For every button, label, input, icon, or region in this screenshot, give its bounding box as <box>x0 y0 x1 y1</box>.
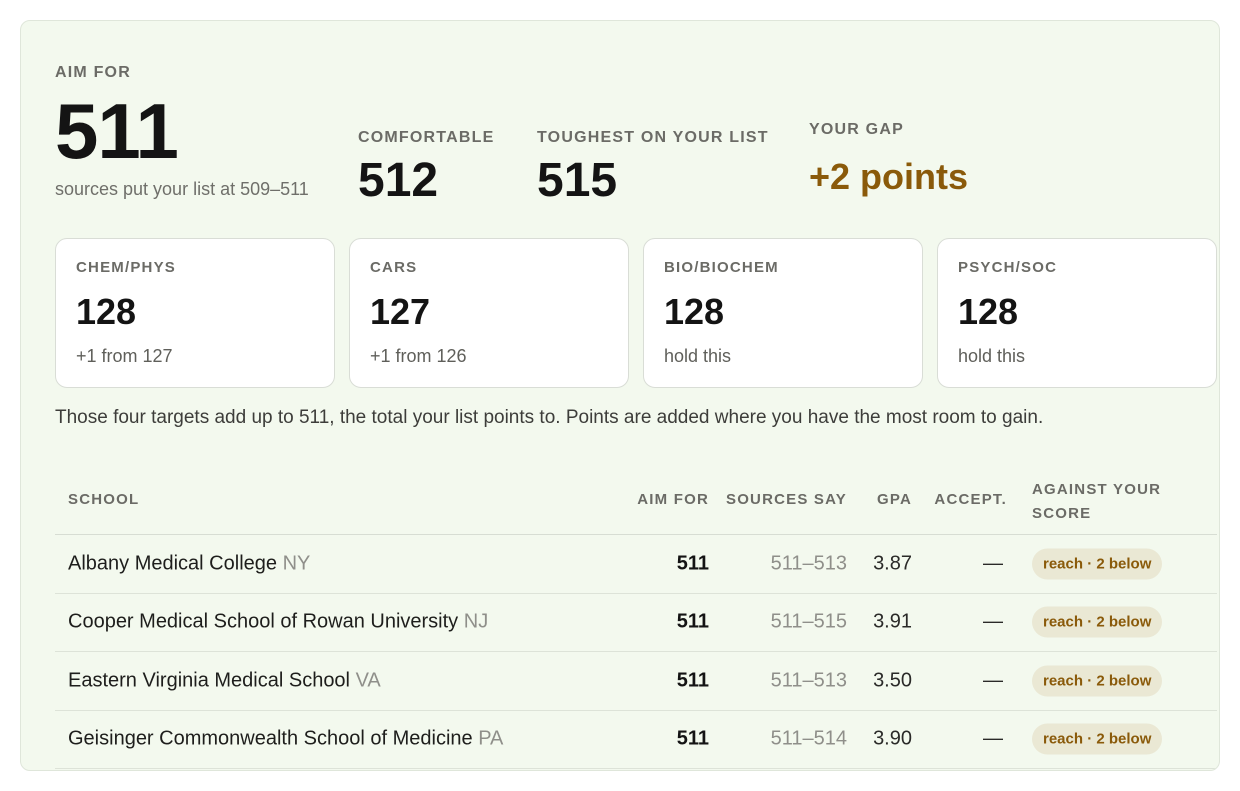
comfortable-stat: COMFORTABLE 512 <box>358 129 494 205</box>
aim-cell: 511 <box>676 669 709 692</box>
gpa-cell: 3.90 <box>873 727 912 750</box>
school-table: SCHOOL AIM FOR SOURCES SAY GPA ACCEPT. A… <box>55 467 1217 769</box>
table-row[interactable]: Cooper Medical School of Rowan Universit… <box>55 594 1217 652</box>
gap-value: +2 points <box>809 156 969 197</box>
acceptance-cell: — <box>983 552 1003 575</box>
table-header: SCHOOL AIM FOR SOURCES SAY GPA ACCEPT. A… <box>55 467 1217 535</box>
sources-cell: 511–515 <box>770 610 847 633</box>
section-note: +1 from 127 <box>76 346 173 366</box>
aim-cell: 511 <box>676 727 709 750</box>
table-row[interactable]: Albany Medical College NY 511 511–513 3.… <box>55 535 1217 594</box>
acceptance-cell: — <box>983 669 1003 692</box>
sources-cell: 511–513 <box>770 669 847 692</box>
school-state: VA <box>355 669 381 692</box>
section-label: BIO/BIOCHEM <box>664 259 779 276</box>
gpa-cell: 3.87 <box>873 552 912 575</box>
acceptance-cell: — <box>983 727 1003 750</box>
score-status-badge: reach · 2 below <box>1032 723 1163 755</box>
section-label: PSYCH/SOC <box>958 259 1058 276</box>
acceptance-cell: — <box>983 610 1003 633</box>
aim-for-value: 511 <box>55 87 179 175</box>
school-state: NJ <box>463 610 489 633</box>
section-card-chem-phys: CHEM/PHYS 128 +1 from 127 <box>55 238 335 388</box>
section-label: CARS <box>370 259 418 276</box>
section-target-value: 128 <box>76 291 137 332</box>
school-state: NY <box>282 552 311 575</box>
aim-for-subtext: sources put your list at 509–511 <box>55 179 309 199</box>
aim-for-label: AIM FOR <box>55 64 131 81</box>
score-target-panel: AIM FOR 511 sources put your list at 509… <box>20 20 1220 771</box>
header-against-line2: SCORE <box>1032 505 1092 522</box>
school-cell: Albany Medical College NY <box>68 552 310 575</box>
school-name: Albany Medical College <box>68 552 278 575</box>
school-state: PA <box>478 727 504 750</box>
comfortable-label: COMFORTABLE <box>358 129 495 146</box>
section-card-cars: CARS 127 +1 from 126 <box>349 238 629 388</box>
aim-cell: 511 <box>676 610 709 633</box>
header-acceptance[interactable]: ACCEPT. <box>934 491 1007 508</box>
header-school[interactable]: SCHOOL <box>68 491 139 508</box>
section-note: hold this <box>664 346 732 366</box>
school-name: Cooper Medical School of Rowan Universit… <box>68 610 459 633</box>
section-target-value: 128 <box>958 291 1019 332</box>
school-name: Eastern Virginia Medical School <box>68 669 351 692</box>
toughest-stat: TOUGHEST ON YOUR LIST 515 <box>537 129 769 205</box>
score-status-badge: reach · 2 below <box>1032 548 1163 580</box>
section-target-value: 128 <box>664 291 725 332</box>
school-cell: Eastern Virginia Medical School VA <box>68 669 381 692</box>
section-note: hold this <box>958 346 1026 366</box>
sources-cell: 511–514 <box>770 727 847 750</box>
toughest-label: TOUGHEST ON YOUR LIST <box>537 129 769 146</box>
toughest-value: 515 <box>537 154 618 207</box>
section-label: CHEM/PHYS <box>76 259 176 276</box>
sources-cell: 511–513 <box>770 552 847 575</box>
section-card-psych-soc: PSYCH/SOC 128 hold this <box>937 238 1217 388</box>
aim-for-block: AIM FOR 511 sources put your list at 509… <box>55 64 309 200</box>
score-status-badge: reach · 2 below <box>1032 665 1163 697</box>
targets-explanation: Those four targets add up to 511, the to… <box>55 407 1044 428</box>
score-status-badge: reach · 2 below <box>1032 606 1163 638</box>
school-cell: Geisinger Commonwealth School of Medicin… <box>68 728 503 751</box>
header-sources-say[interactable]: SOURCES SAY <box>726 491 847 508</box>
comfortable-value: 512 <box>358 154 439 207</box>
school-name: Geisinger Commonwealth School of Medicin… <box>68 727 473 750</box>
header-aim-for[interactable]: AIM FOR <box>637 491 709 508</box>
gpa-cell: 3.91 <box>873 610 912 633</box>
section-card-bio-biochem: BIO/BIOCHEM 128 hold this <box>643 238 923 388</box>
table-row[interactable]: Eastern Virginia Medical School VA 511 5… <box>55 652 1217 711</box>
gpa-cell: 3.50 <box>873 669 912 692</box>
section-targets: CHEM/PHYS 128 +1 from 127 CARS 127 +1 fr… <box>55 238 1219 388</box>
aim-cell: 511 <box>676 552 709 575</box>
school-cell: Cooper Medical School of Rowan Universit… <box>68 611 488 634</box>
header-against-your-score[interactable]: AGAINST YOUR SCORE <box>1032 478 1182 526</box>
header-against-line1: AGAINST YOUR <box>1032 481 1162 498</box>
section-note: +1 from 126 <box>370 346 467 366</box>
header-gpa[interactable]: GPA <box>877 491 912 508</box>
gap-label: YOUR GAP <box>809 121 904 138</box>
section-target-value: 127 <box>370 291 431 332</box>
table-row[interactable]: Geisinger Commonwealth School of Medicin… <box>55 711 1217 769</box>
gap-stat: YOUR GAP +2 points <box>809 121 968 195</box>
